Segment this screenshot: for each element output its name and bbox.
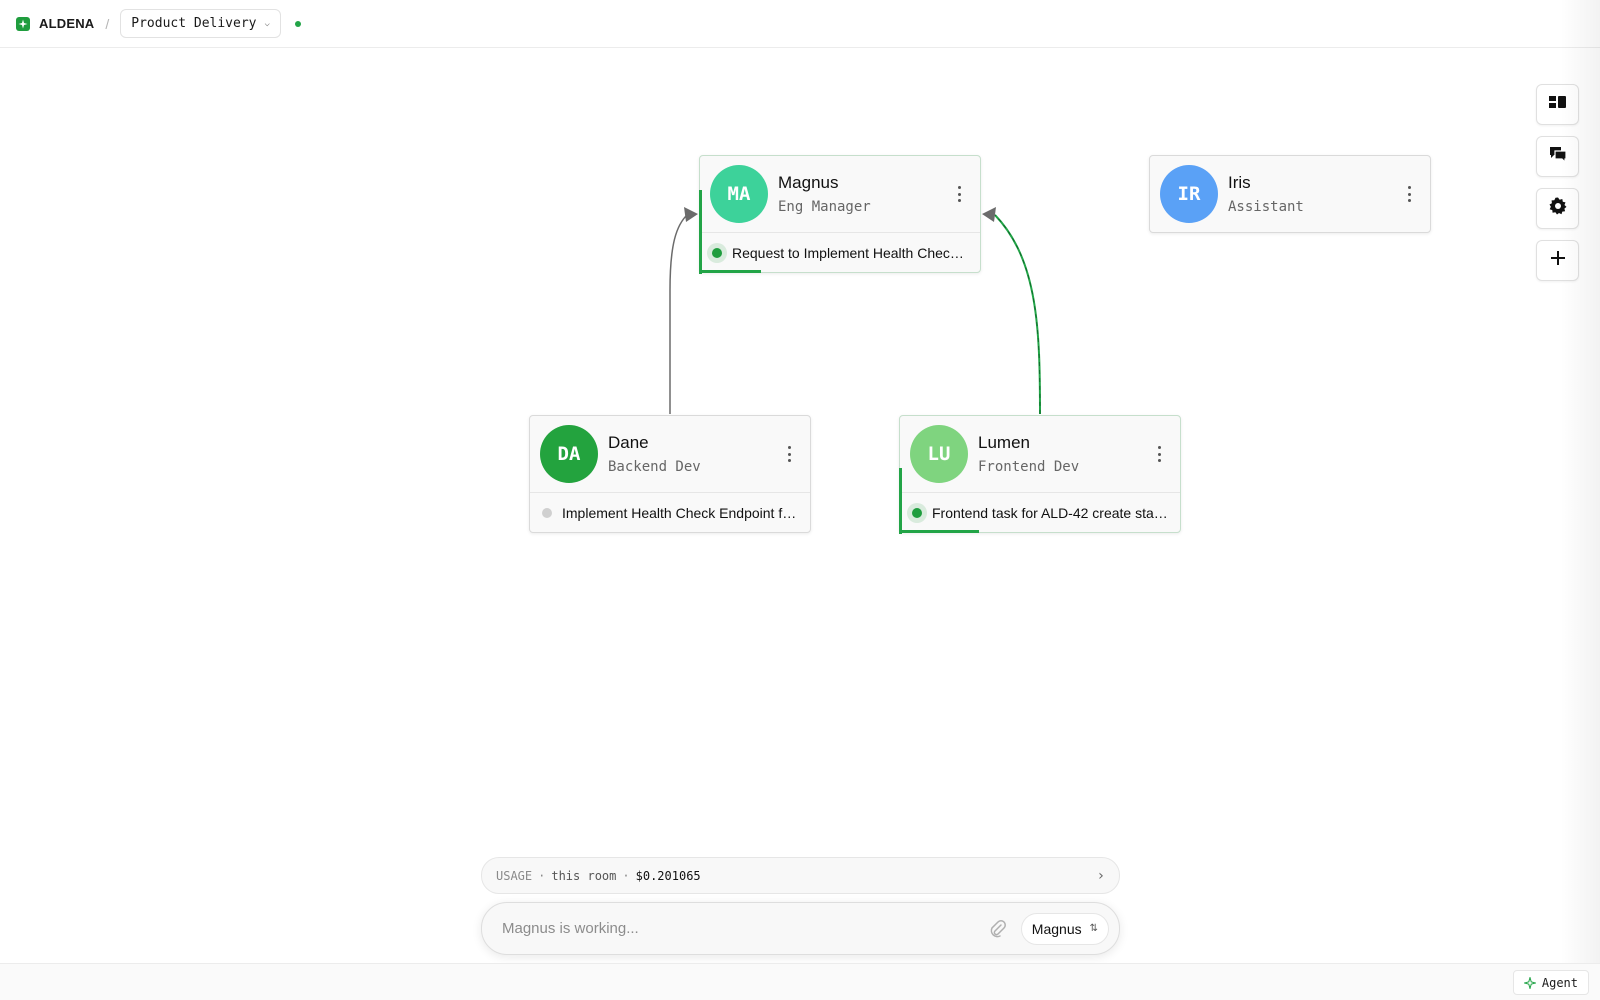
agent-name: Dane: [608, 433, 649, 452]
breadcrumb-separator: /: [105, 15, 110, 32]
activity-indicator: [899, 468, 902, 534]
agent-task: Implement Health Check Endpoint for Serv…: [562, 504, 798, 521]
agent-name: Magnus: [778, 173, 839, 192]
activity-indicator: [699, 190, 702, 274]
brand-name[interactable]: ALDENA: [39, 16, 94, 31]
avatar: LU: [910, 425, 968, 483]
agent-card-magnus[interactable]: MA Magnus Eng Manager Request to Impleme…: [699, 155, 981, 274]
agent-selector[interactable]: Magnus ⇅: [1020, 912, 1109, 945]
activity-indicator-bottom: [899, 530, 979, 533]
agent-task-row[interactable]: Request to Implement Health Check Endpoi…: [700, 232, 980, 272]
more-options-icon[interactable]: [788, 446, 792, 462]
more-options-icon[interactable]: [1408, 186, 1412, 202]
room-selector[interactable]: Product Delivery ⌵: [120, 9, 281, 38]
paperclip-icon[interactable]: [989, 919, 1007, 938]
agent-task: Frontend task for ALD-42 create status p…: [932, 504, 1168, 521]
settings-button[interactable]: [1536, 188, 1579, 229]
agent-card-header: IR Iris Assistant: [1150, 156, 1430, 232]
chat-icon: [1549, 145, 1567, 168]
more-options-icon[interactable]: [958, 186, 962, 202]
agent-role: Frontend Dev: [978, 459, 1080, 475]
agent-mode-button[interactable]: Agent: [1512, 970, 1589, 995]
agent-task-row[interactable]: Implement Health Check Endpoint for Serv…: [530, 492, 810, 532]
connection-status-dot: [294, 20, 301, 27]
updown-chevron-icon: ⇅: [1089, 922, 1098, 934]
agent-task-row[interactable]: Frontend task for ALD-42 create status p…: [900, 492, 1180, 532]
agent-role: Assistant: [1228, 199, 1304, 215]
gear-icon: [1549, 197, 1567, 220]
aldena-logo-icon: [16, 16, 30, 31]
selected-agent: Magnus: [1031, 920, 1082, 937]
task-status-dot: [912, 507, 922, 518]
status-bar: Agent: [0, 963, 1600, 1000]
edge-lumen-to-magnus: [994, 214, 1041, 415]
agent-name: Lumen: [978, 433, 1030, 452]
usage-summary[interactable]: USAGE · this room · $0.201065 ›: [481, 857, 1120, 894]
chevron-down-icon: ⌵: [264, 18, 270, 29]
agent-name: Iris: [1228, 173, 1251, 192]
add-agent-button[interactable]: [1536, 240, 1579, 281]
agent-card-dane[interactable]: DA Dane Backend Dev Implement Health Che…: [529, 415, 811, 533]
task-status-dot: [712, 247, 722, 258]
agent-card-header: LU Lumen Frontend Dev: [900, 416, 1180, 492]
activity-indicator-bottom: [699, 270, 761, 273]
usage-separator: ·: [622, 868, 630, 883]
sparkle-icon: [1523, 976, 1536, 989]
layout-toggle-button[interactable]: [1536, 84, 1579, 125]
top-bar: ALDENA / Product Delivery ⌵: [0, 0, 1600, 48]
agent-mode-label: Agent: [1541, 975, 1578, 990]
usage-scope: this room: [551, 868, 617, 883]
task-status-dot: [542, 507, 552, 518]
agent-role: Eng Manager: [778, 199, 871, 215]
avatar: IR: [1160, 165, 1218, 223]
chat-button[interactable]: [1536, 136, 1579, 177]
agent-card-lumen[interactable]: LU Lumen Frontend Dev Frontend task for …: [899, 415, 1181, 534]
agent-task: Request to Implement Health Check Endpoi…: [732, 244, 968, 261]
room-name: Product Delivery: [131, 16, 257, 31]
edge-dane-to-magnus: [669, 213, 689, 414]
agent-card-header: MA Magnus Eng Manager: [700, 156, 980, 232]
chevron-right-icon[interactable]: ›: [1097, 868, 1105, 884]
usage-amount: $0.201065: [635, 868, 701, 883]
avatar: MA: [710, 165, 768, 223]
avatar: DA: [540, 425, 598, 483]
message-input[interactable]: [502, 920, 989, 937]
message-composer: Magnus ⇅: [481, 902, 1120, 955]
edge-arrowhead-lumen: [982, 207, 996, 222]
usage-separator: ·: [538, 868, 546, 883]
agent-role: Backend Dev: [608, 459, 701, 475]
agent-card-header: DA Dane Backend Dev: [530, 416, 810, 492]
more-options-icon[interactable]: [1158, 446, 1162, 462]
usage-label: USAGE: [496, 868, 533, 883]
plus-icon: [1550, 251, 1565, 270]
agent-card-iris[interactable]: IR Iris Assistant: [1149, 155, 1431, 233]
edge-arrowhead-dane: [684, 207, 698, 222]
layout-icon: [1548, 95, 1567, 114]
